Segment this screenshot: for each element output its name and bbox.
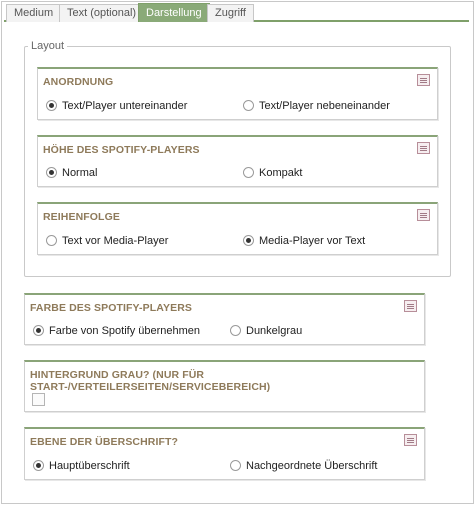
option-label: Text/Player untereinander xyxy=(62,100,188,112)
hintergrund-grau-checkbox[interactable] xyxy=(32,393,45,406)
option-label: Farbe von Spotify übernehmen xyxy=(49,325,201,337)
radio-selected-icon[interactable] xyxy=(33,325,44,336)
radio-unselected-icon[interactable] xyxy=(243,167,254,178)
option-label: Text vor Media-Player xyxy=(62,235,169,247)
tab-text-optional[interactable]: Text (optional) xyxy=(59,4,145,22)
panel-title: HÖHE DES SPOTIFY-PLAYERS xyxy=(43,144,200,156)
tab-medium[interactable]: Medium xyxy=(6,4,62,22)
document-icon[interactable] xyxy=(404,434,417,446)
option-label: Text/Player nebeneinander xyxy=(259,100,390,112)
radio-unselected-icon[interactable] xyxy=(230,460,241,471)
radio-unselected-icon[interactable] xyxy=(46,235,57,246)
panel-title: HINTERGRUND GRAU? (NUR FÜR START-/VERTEI… xyxy=(30,369,271,393)
panel-hoehe: HÖHE DES SPOTIFY-PLAYERS Normal Kompakt xyxy=(37,135,438,187)
radio-selected-icon[interactable] xyxy=(46,167,57,178)
option-label: Nachgeordnete Überschrift xyxy=(246,460,378,472)
panel-title: EBENE DER ÜBERSCHRIFT? xyxy=(30,436,179,448)
panel-farbe: FARBE DES SPOTIFY-PLAYERS Farbe von Spot… xyxy=(24,293,425,345)
document-icon[interactable] xyxy=(417,74,430,86)
panel-title: ANORDNUNG xyxy=(43,76,114,88)
option-label: Hauptüberschrift xyxy=(49,460,130,472)
radio-selected-icon[interactable] xyxy=(46,100,57,111)
panel-ebene: EBENE DER ÜBERSCHRIFT? Hauptüberschrift … xyxy=(24,427,425,480)
tab-zugriff[interactable]: Zugriff xyxy=(207,4,254,22)
option-label: Kompakt xyxy=(259,167,303,179)
layout-legend: Layout xyxy=(28,40,68,52)
radio-selected-icon[interactable] xyxy=(33,460,44,471)
tab-darstellung[interactable]: Darstellung xyxy=(138,3,210,22)
panel-hintergrund: HINTERGRUND GRAU? (NUR FÜR START-/VERTEI… xyxy=(24,360,425,412)
option-label: Dunkelgrau xyxy=(246,325,303,337)
option-label: Normal xyxy=(62,167,98,179)
radio-unselected-icon[interactable] xyxy=(230,325,241,336)
option-label: Media-Player vor Text xyxy=(259,235,366,247)
panel-reihenfolge: REIHENFOLGE Text vor Media-Player Media-… xyxy=(37,202,438,255)
document-icon[interactable] xyxy=(404,300,417,312)
document-icon[interactable] xyxy=(417,142,430,154)
panel-anordnung: ANORDNUNG Text/Player untereinander Text… xyxy=(37,67,438,120)
document-icon[interactable] xyxy=(417,209,430,221)
radio-selected-icon[interactable] xyxy=(243,235,254,246)
tab-bar: Medium Text (optional) Darstellung Zugri… xyxy=(4,3,469,22)
panel-title: REIHENFOLGE xyxy=(43,211,120,223)
panel-title: FARBE DES SPOTIFY-PLAYERS xyxy=(30,302,192,314)
radio-unselected-icon[interactable] xyxy=(243,100,254,111)
